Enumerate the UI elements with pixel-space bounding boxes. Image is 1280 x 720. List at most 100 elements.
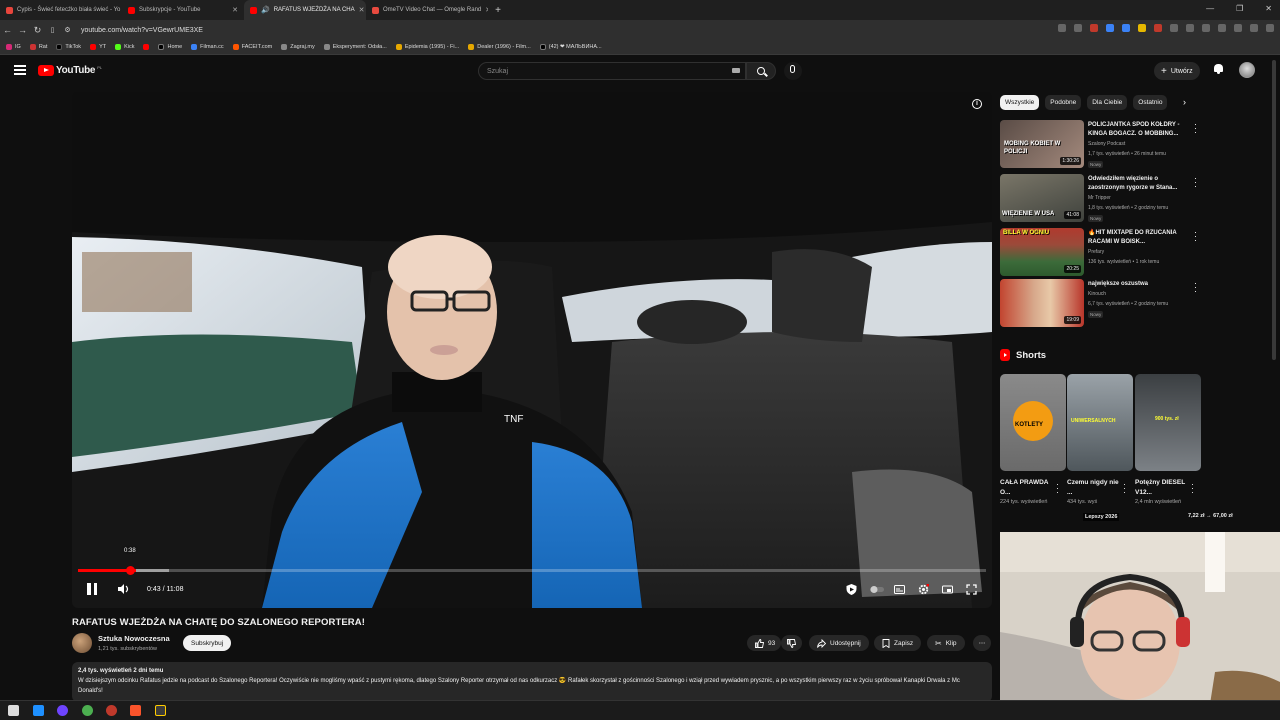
pause-icon[interactable] xyxy=(86,583,98,595)
extension-icon[interactable] xyxy=(1234,24,1242,32)
brave-browser-icon[interactable] xyxy=(130,705,141,716)
recommended-video[interactable]: WIĘZIENIE W USA 41:08 Odwiedziłem więzie… xyxy=(1000,174,1200,224)
short-item[interactable]: UNIWERSALNYCH Czemu nigdy nie ... 434 ty… xyxy=(1067,374,1133,506)
hamburger-menu-icon[interactable] xyxy=(14,65,26,75)
like-button[interactable]: 93 xyxy=(747,635,782,651)
windows-start-icon[interactable] xyxy=(8,705,19,716)
download-icon[interactable] xyxy=(1218,24,1226,32)
bookmark-item[interactable]: Eksperyment: Odsła... xyxy=(323,44,387,50)
playlist-icon[interactable] xyxy=(1250,24,1258,32)
more-vertical-icon[interactable]: · · · xyxy=(1194,120,1197,137)
close-tab-icon[interactable]: ✕ xyxy=(359,6,365,14)
progress-bar[interactable] xyxy=(78,566,986,575)
autoplay-toggle-icon[interactable] xyxy=(870,584,884,595)
bookmark-item[interactable] xyxy=(143,44,150,50)
settings-gear-icon[interactable] xyxy=(918,584,929,595)
close-window-icon[interactable]: ✕ xyxy=(1265,4,1272,13)
more-vertical-icon[interactable]: · · · xyxy=(1191,480,1194,497)
dislike-button[interactable] xyxy=(781,635,802,651)
more-actions-button[interactable]: ⋯ xyxy=(973,635,991,651)
subtitles-icon[interactable] xyxy=(894,584,905,595)
search-input[interactable]: Szukaj xyxy=(478,62,746,80)
bookmark-item[interactable]: FACEIT.com xyxy=(232,44,272,50)
bookmark-item[interactable]: Dealer (1996) - Film... xyxy=(468,44,531,50)
info-icon[interactable]: i xyxy=(972,99,982,109)
bookmark-item[interactable]: Epidemia (1995) - Fi... xyxy=(395,44,459,50)
browser-tab[interactable]: Cypis - Świeć fetecźko biała świeć - Yo✕ xyxy=(0,0,122,20)
account-avatar[interactable] xyxy=(1239,62,1255,78)
extension-icon[interactable] xyxy=(1138,24,1146,32)
brave-shield-icon[interactable] xyxy=(1090,24,1098,32)
chip-recent[interactable]: Ostatnio xyxy=(1133,95,1168,110)
bookmark-item[interactable]: Home xyxy=(158,44,182,50)
miniplayer-shield-icon[interactable] xyxy=(846,584,857,595)
share-button[interactable]: Udostępnij xyxy=(809,635,869,651)
bookmark-item[interactable]: IG xyxy=(6,44,21,50)
voice-search-button[interactable] xyxy=(784,62,802,80)
recommended-video[interactable]: 19:09 największe oszustwa Kinouch 6,7 ty… xyxy=(1000,279,1200,329)
description-box[interactable]: 2,4 tys. wyświetleń 2 dni temu W dzisiej… xyxy=(72,662,992,702)
page-scrollbar[interactable] xyxy=(1272,60,1276,360)
create-button[interactable]: + Utwórz xyxy=(1154,62,1200,80)
more-vertical-icon[interactable]: · · · xyxy=(1056,480,1059,497)
short-item[interactable]: 900 tys. zł Potężny DIESEL V12... 2,4 ml… xyxy=(1135,374,1201,506)
theater-mode-icon[interactable] xyxy=(942,584,953,595)
search-button[interactable] xyxy=(746,62,776,80)
keyboard-icon[interactable] xyxy=(732,68,740,73)
chip-for-you[interactable]: Dla Ciebie xyxy=(1087,95,1128,110)
menu-icon[interactable] xyxy=(1266,24,1274,32)
forward-icon[interactable]: → xyxy=(15,25,30,35)
more-vertical-icon[interactable]: · · · xyxy=(1194,228,1197,245)
bookmark-item[interactable]: Zagraj.my xyxy=(281,44,315,50)
close-tab-icon[interactable]: ✕ xyxy=(232,6,238,14)
chrome-icon[interactable] xyxy=(82,705,93,716)
extension-icon[interactable] xyxy=(1202,24,1210,32)
url-field[interactable]: youtube.com/watch?v=VGewrUME3XE xyxy=(81,27,203,34)
browser-tab[interactable]: OmeTV Video Chat — Omegle Rand✕ xyxy=(366,0,488,20)
back-icon[interactable]: ← xyxy=(0,25,15,35)
notifications-bell-icon[interactable] xyxy=(1213,64,1223,75)
video-player[interactable]: TNF i 0:38 0:43 / 11:08 xyxy=(72,92,992,608)
extension-icon[interactable] xyxy=(1170,24,1178,32)
recommended-video[interactable]: MOBING KOBIET W POLICJI 1:30:26 POLICJAN… xyxy=(1000,120,1200,170)
extension-icon[interactable] xyxy=(1074,24,1082,32)
new-tab-icon[interactable]: + xyxy=(488,5,508,16)
recommended-video[interactable]: BILLA W OGNIU 20:25 🔥HIT MIXTAPE DO RZUC… xyxy=(1000,228,1200,278)
browser-tab[interactable]: Subskrypcje - YouTube ✕ xyxy=(122,0,244,20)
bookmark-item[interactable]: Filman.cc xyxy=(191,44,224,50)
taskbar-app-icon[interactable] xyxy=(33,705,44,716)
short-item[interactable]: KOTLETY CAŁA PRAWDA O... 224 tys. wyświe… xyxy=(1000,374,1066,506)
taskbar-app-icon[interactable] xyxy=(155,705,166,716)
fullscreen-icon[interactable] xyxy=(966,584,977,595)
save-button[interactable]: Zapisz xyxy=(874,635,922,651)
chevron-right-icon[interactable]: › xyxy=(1183,97,1186,107)
browser-tab-active[interactable]: 🔊 RAFATUS WJEŻDŻA NA CHA ✕ xyxy=(244,0,366,20)
youtube-logo[interactable]: YouTube PL xyxy=(38,65,102,76)
channel-avatar[interactable] xyxy=(72,633,92,653)
bookmark-item[interactable]: TikTok xyxy=(56,44,81,50)
subscribe-button[interactable]: Subskrybuj xyxy=(183,635,232,651)
clip-button[interactable]: ✂ Klip xyxy=(927,635,965,651)
reload-icon[interactable]: ↻ xyxy=(30,25,45,36)
more-vertical-icon[interactable]: · · · xyxy=(1194,174,1197,191)
taskbar-app-icon[interactable] xyxy=(57,705,68,716)
channel-name[interactable]: Sztuka Nowoczesna xyxy=(98,634,170,643)
extension-icon[interactable] xyxy=(1186,24,1194,32)
chip-all[interactable]: Wszystkie xyxy=(1000,95,1040,110)
bookmark-item[interactable]: (42) ❤ МАЛЬВИНА... xyxy=(539,44,602,50)
more-vertical-icon[interactable]: · · · xyxy=(1123,480,1126,497)
chip-related[interactable]: Podobne xyxy=(1045,95,1082,110)
restore-icon[interactable]: ❐ xyxy=(1236,4,1243,13)
volume-icon[interactable] xyxy=(118,584,130,594)
bookmark-item[interactable]: YT xyxy=(90,44,106,50)
more-vertical-icon[interactable]: · · · xyxy=(1194,279,1197,296)
minimize-icon[interactable]: — xyxy=(1206,4,1214,13)
bookmark-page-icon[interactable]: ▯ xyxy=(45,26,60,34)
bookmark-item[interactable]: Kick xyxy=(115,44,134,50)
extension-icon[interactable] xyxy=(1154,24,1162,32)
extension-icon[interactable] xyxy=(1122,24,1130,32)
bookmark-item[interactable]: Rat xyxy=(29,44,47,50)
site-info-icon[interactable]: ⚙ xyxy=(60,26,75,34)
extension-icon[interactable] xyxy=(1058,24,1066,32)
extension-icon[interactable] xyxy=(1106,24,1114,32)
